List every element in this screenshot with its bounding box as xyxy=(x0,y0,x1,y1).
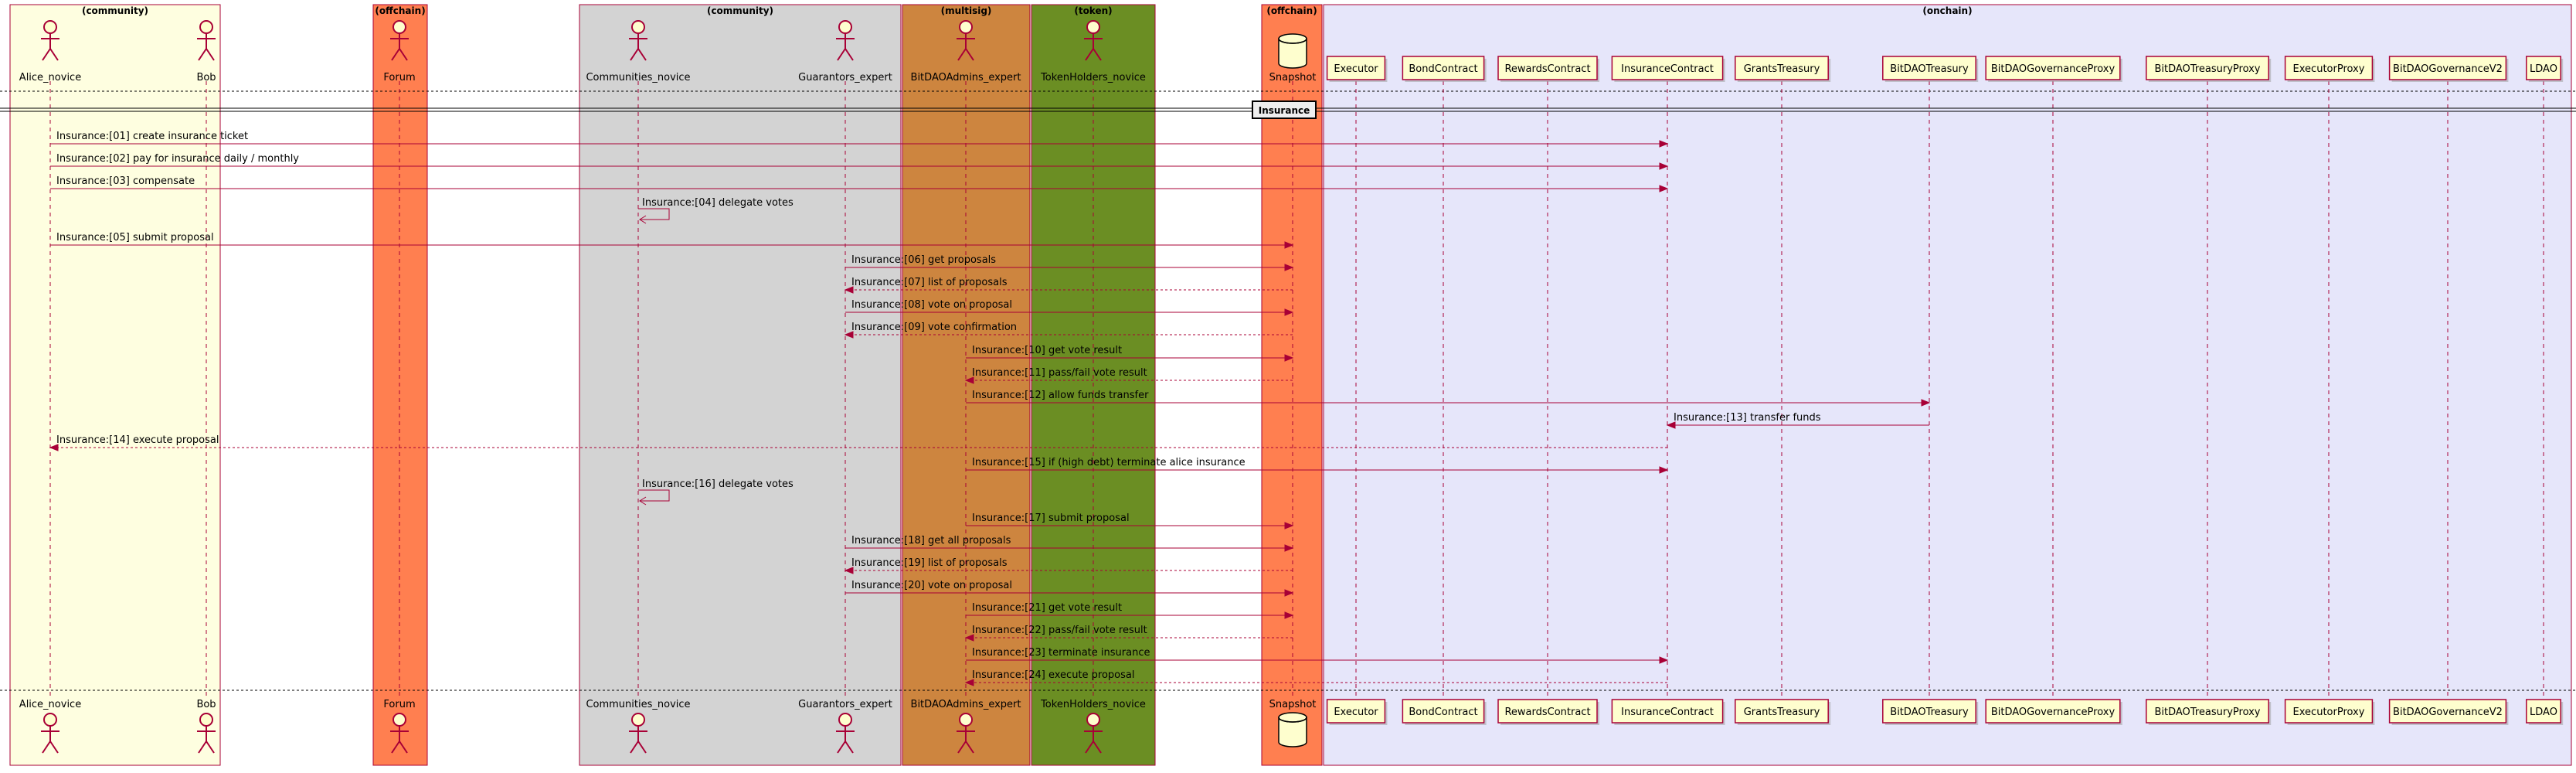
group-box xyxy=(372,4,428,766)
message-label: Insurance:[04] delegate votes xyxy=(642,197,794,209)
participant-box-bottom-label: BitDAOTreasury xyxy=(1890,707,1969,718)
group-box xyxy=(1323,4,2572,766)
participant-box-top-label: LDAO xyxy=(2530,63,2557,75)
message-label: Insurance:[14] execute proposal xyxy=(56,434,219,446)
group-box-title: (onchain) xyxy=(1922,5,1972,16)
participant-box-bottom-label: BondContract xyxy=(1409,707,1477,718)
participant-box-top-label: Executor xyxy=(1334,63,1378,75)
participant-label-bottom: Communities_novice xyxy=(586,699,690,710)
actor-head xyxy=(959,20,973,34)
message-label: Insurance:[11] pass/fail vote result xyxy=(972,367,1147,379)
participant-box-bottom-label: ExecutorProxy xyxy=(2293,707,2365,718)
message-label: Insurance:[03] compensate xyxy=(56,175,195,187)
message-label: Insurance:[01] create insurance ticket xyxy=(56,131,248,142)
actor-head xyxy=(393,713,406,727)
participant-label-bottom: Snapshot xyxy=(1269,699,1317,710)
actor-head xyxy=(199,713,213,727)
participant-box-bottom-label: BitDAOGovernanceV2 xyxy=(2393,707,2503,718)
sequence-diagram: (community) (offchain) (community) (multisi… xyxy=(0,0,2576,770)
group-box xyxy=(579,4,902,766)
participant-box-bottom-label: BitDAOTreasuryProxy xyxy=(2154,707,2260,718)
participant-label-bottom: Guarantors_expert xyxy=(798,699,892,710)
actor-head xyxy=(1086,20,1100,34)
participant-box-bottom-label: GrantsTreasury xyxy=(1744,707,1820,718)
message-label: Insurance:[06] get proposals xyxy=(851,254,996,266)
participant-label-top: Forum xyxy=(383,72,415,83)
group-box-title: (community) xyxy=(707,5,773,16)
participant-box-bottom-label: InsuranceContract xyxy=(1621,707,1714,718)
participant-label-top: Guarantors_expert xyxy=(798,72,892,83)
participant-box-top-label: BondContract xyxy=(1409,63,1477,75)
message-label: Insurance:[15] if (high debt) terminate … xyxy=(972,457,1246,468)
actor-head xyxy=(959,713,973,727)
database-icon xyxy=(1278,712,1307,747)
participant-box-top-label: ExecutorProxy xyxy=(2293,63,2365,75)
message-label: Insurance:[13] transfer funds xyxy=(1674,412,1821,424)
message-label: Insurance:[19] list of proposals xyxy=(851,557,1008,569)
participant-box-top-label: BitDAOTreasury xyxy=(1890,63,1969,75)
group-box-title: (multisig) xyxy=(941,5,992,16)
message-label: Insurance:[22] pass/fail vote result xyxy=(972,625,1147,636)
message-label: Insurance:[12] allow funds transfer xyxy=(972,390,1149,401)
message-label: Insurance:[23] terminate insurance xyxy=(972,647,1150,659)
group-box xyxy=(9,4,221,766)
participant-box-top-label: RewardsContract xyxy=(1504,63,1590,75)
participant-label-top: Alice_novice xyxy=(19,72,81,83)
message-label: Insurance:[21] get vote result xyxy=(972,602,1122,614)
participant-label-bottom: Bob xyxy=(196,699,216,710)
participant-label-bottom: Forum xyxy=(383,699,415,710)
actor-head xyxy=(838,20,852,34)
participant-label-bottom: TokenHolders_novice xyxy=(1040,699,1146,710)
participant-box-top-label: InsuranceContract xyxy=(1621,63,1714,75)
participant-box-bottom-label: RewardsContract xyxy=(1504,707,1590,718)
database-icon xyxy=(1278,33,1307,69)
actor-head xyxy=(393,20,406,34)
group-box-title: (offchain) xyxy=(375,5,425,16)
participant-label-top: BitDAOAdmins_expert xyxy=(911,72,1021,83)
actor-head xyxy=(43,713,57,727)
actor-head xyxy=(631,713,645,727)
message-label: Insurance:[10] get vote result xyxy=(972,345,1122,356)
group-box-title: (offchain) xyxy=(1266,5,1317,16)
message-label: Insurance:[24] execute proposal xyxy=(972,669,1134,681)
message-label: Insurance:[07] list of proposals xyxy=(851,277,1008,288)
participant-label-bottom: BitDAOAdmins_expert xyxy=(911,699,1021,710)
participant-box-top-label: BitDAOGovernanceV2 xyxy=(2393,63,2503,75)
message-label: Insurance:[18] get all proposals xyxy=(851,535,1011,547)
group-box-title: (token) xyxy=(1074,5,1112,16)
participant-box-top-label: BitDAOTreasuryProxy xyxy=(2154,63,2260,75)
actor-head xyxy=(199,20,213,34)
actor-head xyxy=(43,20,57,34)
participant-box-bottom-label: Executor xyxy=(1334,707,1378,718)
message-label: Insurance:[02] pay for insurance daily /… xyxy=(56,153,299,165)
participant-label-bottom: Alice_novice xyxy=(19,699,81,710)
participant-box-top-label: GrantsTreasury xyxy=(1744,63,1820,75)
section-label: Insurance xyxy=(1259,105,1310,116)
participant-label-top: Snapshot xyxy=(1269,72,1317,83)
message-label: Insurance:[08] vote on proposal xyxy=(851,299,1012,311)
participant-label-top: Bob xyxy=(196,72,216,83)
group-box-title: (community) xyxy=(82,5,148,16)
message-label: Insurance:[16] delegate votes xyxy=(642,478,794,490)
message-label: Insurance:[09] vote confirmation xyxy=(851,322,1017,333)
message-label: Insurance:[05] submit proposal xyxy=(56,232,214,243)
actor-head xyxy=(838,713,852,727)
participant-box-bottom-label: LDAO xyxy=(2530,707,2557,718)
participant-label-top: TokenHolders_novice xyxy=(1040,72,1146,83)
message-label: Insurance:[20] vote on proposal xyxy=(851,580,1012,591)
participant-box-bottom-label: BitDAOGovernanceProxy xyxy=(1991,707,2116,718)
sequence-diagram-canvas: (community) (offchain) (community) (multisi… xyxy=(0,4,2576,766)
actor-head xyxy=(1086,713,1100,727)
actor-head xyxy=(631,20,645,34)
message-label: Insurance:[17] submit proposal xyxy=(972,512,1130,524)
participant-label-top: Communities_novice xyxy=(586,72,690,83)
participant-box-top-label: BitDAOGovernanceProxy xyxy=(1991,63,2116,75)
